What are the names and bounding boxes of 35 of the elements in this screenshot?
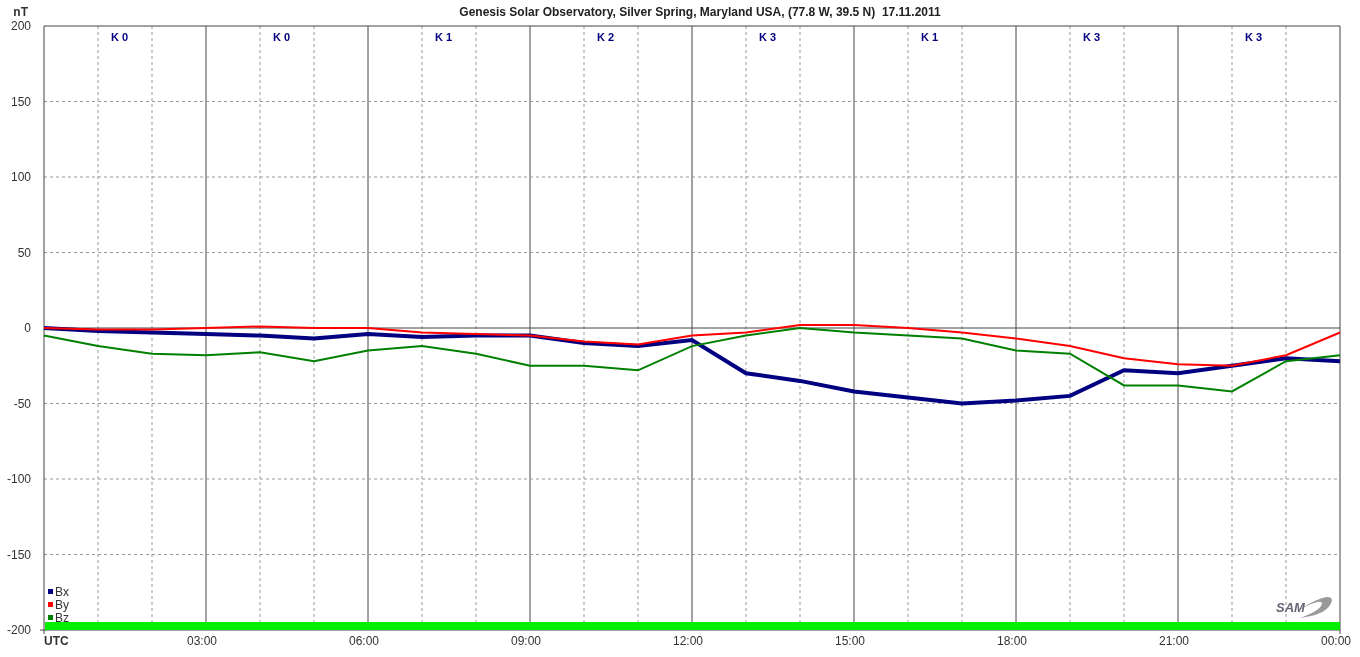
legend-item: Bx xyxy=(48,585,69,599)
legend-item: Bz xyxy=(48,611,69,625)
tick-label: 18:00 xyxy=(997,634,1027,648)
k-index-label: K 3 xyxy=(1083,31,1101,43)
k-index-label: K 2 xyxy=(597,31,615,43)
tick-label: 00:00 xyxy=(1321,634,1351,648)
chart-title: Genesis Solar Observatory, Silver Spring, Maryland USA, (77.8 W, 39.5 N) 17.11.2011 xyxy=(459,5,941,19)
tick-label: 06:00 xyxy=(349,634,379,648)
tick-label: 09:00 xyxy=(511,634,541,648)
legend-label: By xyxy=(55,598,70,612)
tick-label: 03:00 xyxy=(187,634,217,648)
k-index-label: K 0 xyxy=(273,31,291,43)
tick-label: 200 xyxy=(10,19,31,33)
legend-label: Bz xyxy=(55,611,70,625)
k-index-label: K 1 xyxy=(921,31,939,43)
tick-label: UTC xyxy=(44,634,69,648)
tick-label: -150 xyxy=(6,547,31,562)
tick-label: 12:00 xyxy=(673,634,703,648)
axis-label: nT xyxy=(13,5,28,19)
tick-label: -200 xyxy=(6,623,31,637)
k-index-label: K 3 xyxy=(1245,31,1263,43)
tick-label: -100 xyxy=(6,472,31,486)
k-index-label: K 1 xyxy=(435,31,453,43)
tick-label: -50 xyxy=(13,396,31,411)
k-index-label: K 0 xyxy=(111,31,129,43)
legend-item: By xyxy=(48,598,69,612)
tick-label: 150 xyxy=(10,94,31,109)
tick-label: 15:00 xyxy=(835,634,865,648)
logo: SAM xyxy=(1276,596,1332,618)
k-index-label: K 3 xyxy=(759,31,777,43)
legend-label: Bx xyxy=(55,585,70,599)
tick-label: 0 xyxy=(24,321,31,335)
tick-label: 50 xyxy=(17,245,31,260)
tick-label: 100 xyxy=(10,170,31,184)
tick-label: 21:00 xyxy=(1159,634,1189,648)
